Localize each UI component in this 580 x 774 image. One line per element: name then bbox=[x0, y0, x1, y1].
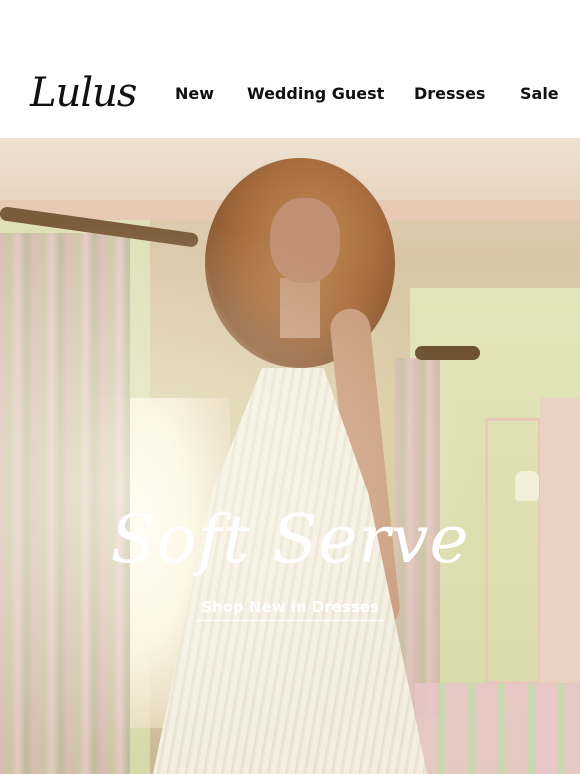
nav-link-wedding-guest[interactable]: Wedding Guest bbox=[247, 84, 384, 103]
nav-link-dresses[interactable]: Dresses bbox=[414, 84, 485, 103]
lulus-logo[interactable]: Lulus bbox=[30, 70, 137, 116]
hero-banner[interactable]: Soft Serve Shop New in Dresses bbox=[0, 138, 580, 774]
shop-new-dresses-link[interactable]: Shop New in Dresses bbox=[196, 596, 384, 621]
hero-headline: Soft Serve bbox=[110, 501, 470, 578]
email-header: Lulus New Wedding Guest Dresses Sale bbox=[0, 0, 580, 138]
nav-link-sale[interactable]: Sale bbox=[520, 84, 559, 103]
light-haze bbox=[0, 138, 580, 774]
nav-link-new[interactable]: New bbox=[175, 84, 214, 103]
